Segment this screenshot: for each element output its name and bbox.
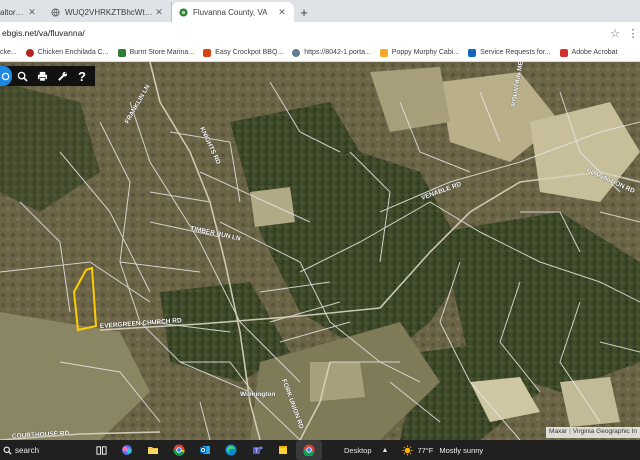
bookmark-label: Burnt Store Marina... xyxy=(129,49,195,56)
file-explorer-icon[interactable] xyxy=(140,440,166,460)
chrome-profile-icon[interactable] xyxy=(296,440,322,460)
bookmark-item[interactable]: Burnt Store Marina... xyxy=(117,48,195,57)
sticky-notes-icon[interactable] xyxy=(270,440,296,460)
bookmark-label: Chicken Enchilada C... xyxy=(37,49,109,56)
taskbar-search[interactable]: search xyxy=(0,440,88,460)
url-field[interactable]: ebgis.net/va/fluvanna/ xyxy=(0,28,604,38)
bookmark-icon xyxy=(292,48,301,57)
bookmark-label: cke... xyxy=(0,49,17,56)
address-bar-row: ebgis.net/va/fluvanna/ ☆ ⋮ xyxy=(0,22,640,44)
screen: altor@... ✕ WUQ2VHRKZTBhcWtHWVVjU ✕ Fluv… xyxy=(0,0,640,460)
attribution-source: Maxar xyxy=(549,428,568,435)
bookmark-label: Service Requests for... xyxy=(480,49,551,56)
desktop-label[interactable]: Desktop xyxy=(344,446,372,455)
bookmarks-bar: cke... Chicken Enchilada C... Burnt Stor… xyxy=(0,44,640,62)
bookmark-item[interactable]: cke... xyxy=(0,49,17,57)
bookmark-item[interactable]: Easy Crockpot BBQ... xyxy=(203,48,284,57)
tab-strip: altor@... ✕ WUQ2VHRKZTBhcWtHWVVjU ✕ Fluv… xyxy=(0,0,640,22)
new-tab-button[interactable]: + xyxy=(294,2,314,22)
bookmark-item[interactable]: Adobe Acrobat xyxy=(559,48,618,57)
tab-wuq2[interactable]: WUQ2VHRKZTBhcWtHWVVjU ✕ xyxy=(44,2,172,22)
search-icon[interactable] xyxy=(12,66,32,86)
url-text: ebgis.net/va/fluvanna/ xyxy=(2,28,85,38)
attribution-separator: | xyxy=(569,428,571,435)
svg-text:T: T xyxy=(255,449,258,455)
tab-fluvanna[interactable]: Fluvanna County, VA ✕ xyxy=(172,2,294,22)
active-tool-icon[interactable] xyxy=(0,66,12,86)
star-icon[interactable]: ☆ xyxy=(604,27,626,40)
bookmark-label: https://8042-1.porta... xyxy=(304,49,371,56)
bookmark-icon xyxy=(25,48,34,57)
bookmark-label: Adobe Acrobat xyxy=(571,49,618,56)
chevron-up-icon[interactable]: ▲ xyxy=(382,447,389,454)
tab-title: Fluvanna County, VA xyxy=(193,7,268,17)
map-canvas[interactable]: FRANKLIN LN KNIGHTS RD TIMBER RUN LN VEN… xyxy=(0,62,640,440)
map-attribution: Maxar | Virginia Geographic In xyxy=(546,427,640,438)
windows-taskbar: search T Desktop ▲ 77°F Mostly sunny xyxy=(0,440,640,460)
search-label: search xyxy=(15,445,40,455)
bookmark-item[interactable]: Service Requests for... xyxy=(468,48,551,57)
bookmark-icon xyxy=(559,48,568,57)
help-icon[interactable]: ? xyxy=(72,66,92,86)
map-toolbar: ? xyxy=(0,66,95,86)
edge-icon[interactable] xyxy=(218,440,244,460)
print-icon[interactable] xyxy=(32,66,52,86)
more-menu-icon[interactable]: ⋮ xyxy=(626,27,640,40)
close-icon[interactable]: ✕ xyxy=(276,7,288,18)
search-icon xyxy=(3,446,12,455)
teams-icon[interactable]: T xyxy=(244,440,270,460)
task-view-icon[interactable] xyxy=(88,440,114,460)
copilot-icon[interactable] xyxy=(114,440,140,460)
chrome-icon[interactable] xyxy=(166,440,192,460)
close-icon[interactable]: ✕ xyxy=(153,7,165,18)
tab-title: WUQ2VHRKZTBhcWtHWVVjU xyxy=(65,7,153,17)
sun-icon xyxy=(402,444,413,456)
weather-condition: Mostly sunny xyxy=(439,445,484,455)
temperature: 77°F xyxy=(417,445,434,455)
weather-widget[interactable]: 77°F Mostly sunny xyxy=(402,444,484,456)
county-seal-icon xyxy=(178,7,188,17)
outlook-icon[interactable] xyxy=(192,440,218,460)
close-icon[interactable]: ✕ xyxy=(26,7,38,18)
globe-icon xyxy=(50,7,60,17)
bookmark-label: Poppy Murphy Cabi... xyxy=(391,49,460,56)
tab-title: altor@... xyxy=(0,7,26,17)
wrench-icon[interactable] xyxy=(52,66,72,86)
bookmark-item[interactable]: Chicken Enchilada C... xyxy=(25,48,109,57)
bookmark-item[interactable]: Poppy Murphy Cabi... xyxy=(379,48,460,57)
bookmark-icon xyxy=(379,48,388,57)
bookmark-icon xyxy=(468,48,477,57)
aerial-imagery: FRANKLIN LN KNIGHTS RD TIMBER RUN LN VEN… xyxy=(0,62,640,440)
place-label: Wilmington xyxy=(240,391,275,398)
tab-altor[interactable]: altor@... ✕ xyxy=(0,2,44,22)
bookmark-icon xyxy=(117,48,126,57)
bookmark-icon xyxy=(203,48,212,57)
bookmark-item[interactable]: https://8042-1.porta... xyxy=(292,48,371,57)
bookmark-label: Easy Crockpot BBQ... xyxy=(215,49,284,56)
attribution-source: Virginia Geographic In xyxy=(572,428,637,435)
